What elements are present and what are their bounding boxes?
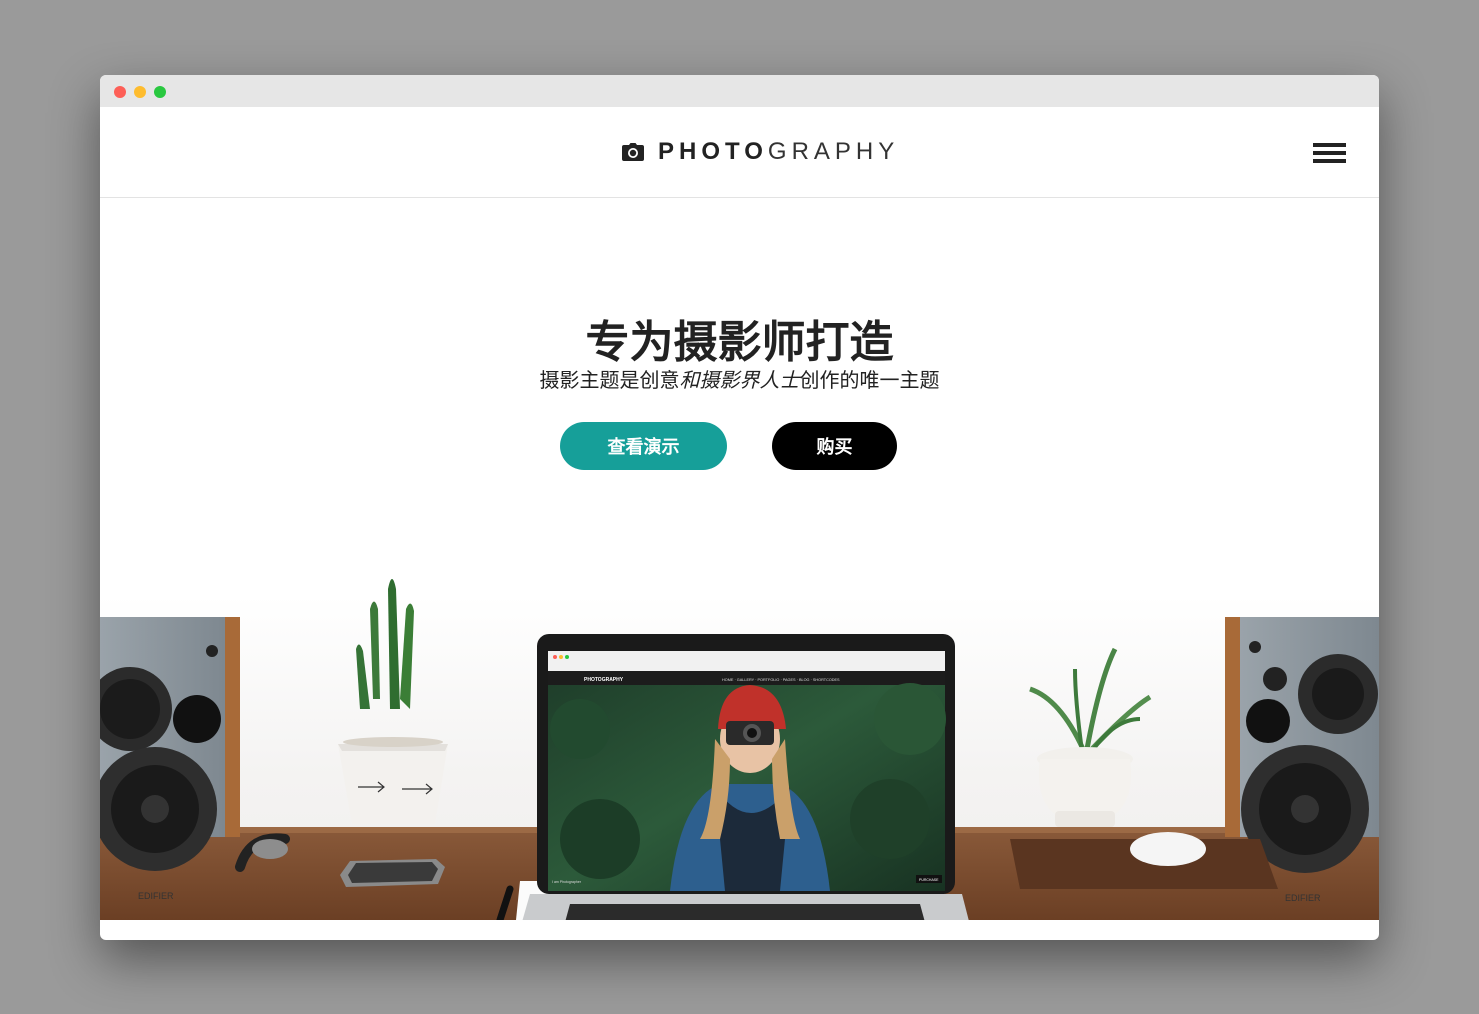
camera-icon [622,143,644,161]
svg-text:PURCHASE: PURCHASE [919,878,939,882]
hero-subtitle-post: 创作的唯一主题 [799,368,940,392]
svg-text:EDIFIER: EDIFIER [1285,893,1321,903]
hero-subtitle: 摄影主题是创意和摄影界人士创作的唯一主题 [100,364,1379,393]
browser-window: PHOTOGRAPHY EDIFIER EDIFIER PHOTOGRAPHY … [100,75,1379,940]
svg-text:I am Photographer: I am Photographer [552,880,582,884]
window-titlebar [100,75,1379,107]
logo-text-bold: PHOTO [658,138,768,165]
hero-subtitle-emphasis: 和摄影界人士 [679,368,800,392]
svg-text:PHOTOGRAPHY: PHOTOGRAPHY [584,677,624,683]
hero-title: 专为摄影师打造 [585,317,894,368]
succulent-plant [1029,647,1152,827]
hero-section: EDIFIER EDIFIER PHOTOGRAPHY HOME · GALLE… [100,199,1379,920]
cactus-plant [338,579,448,824]
site-logo[interactable]: PHOTOGRAPHY [622,137,899,167]
hamburger-icon[interactable] [1313,143,1346,163]
maximize-window-button[interactable] [154,86,166,98]
svg-text:HOME · GALLERY · PORTFOLIO · P: HOME · GALLERY · PORTFOLIO · PAGES · BLO… [722,678,840,682]
close-window-button[interactable] [114,86,126,98]
svg-text:EDIFIER: EDIFIER [138,891,174,901]
site-header: PHOTOGRAPHY [100,107,1379,198]
minimize-window-button[interactable] [134,86,146,98]
buy-button[interactable]: 购买 [772,422,897,470]
hero-subtitle-pre: 摄影主题是创意 [539,368,680,392]
laptop: PHOTOGRAPHY HOME · GALLERY · PORTFOLIO ·… [522,634,969,920]
logo-text-light: GRAPHY [767,138,900,165]
view-demo-button[interactable]: 查看演示 [560,422,727,470]
phone [340,859,445,887]
